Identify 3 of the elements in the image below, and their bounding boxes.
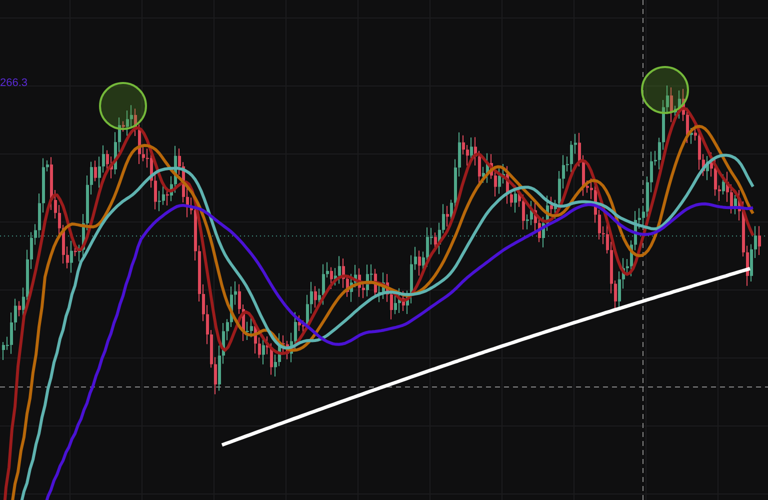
highlight-circle [99,82,147,130]
price-label: 266.3 [0,77,28,89]
highlight-circle [641,66,689,114]
